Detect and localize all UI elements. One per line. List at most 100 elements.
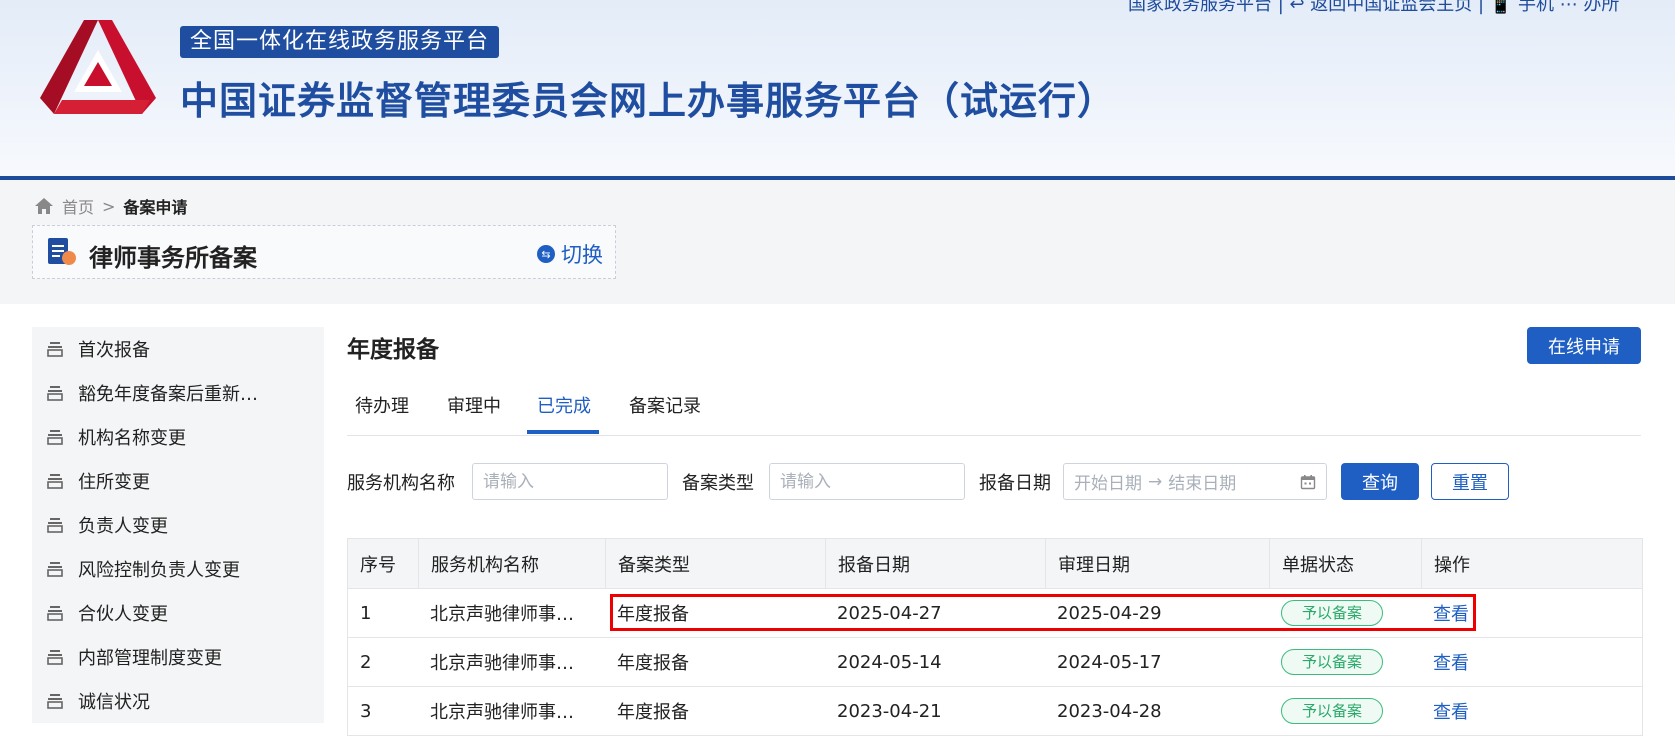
cell-action: 查看: [1421, 638, 1642, 686]
calendar-icon: [1300, 475, 1316, 490]
breadcrumb-band: 首页 > 备案申请 律师事务所备案 ⇆ 切换: [0, 180, 1675, 304]
date-end: 结束日期: [1168, 474, 1237, 494]
sidebar-item[interactable]: 内部管理制度变更: [32, 635, 324, 679]
cell-action: 查看: [1421, 687, 1642, 735]
breadcrumb: 首页 > 备案申请: [34, 194, 187, 218]
platform-badge: 全国一体化在线政务服务平台: [180, 26, 500, 58]
org-filter-label: 服务机构名称: [347, 473, 455, 494]
home-icon[interactable]: [34, 197, 54, 215]
tab-filing-records[interactable]: 备案记录: [629, 392, 701, 418]
cell-review-date: 2025-04-29: [1057, 602, 1162, 624]
breadcrumb-current: 备案申请: [123, 198, 188, 217]
sidebar-item[interactable]: 负责人变更: [32, 503, 324, 547]
sidebar-item-label: 诚信状况: [78, 692, 150, 713]
cell-type: 年度报备: [617, 702, 689, 723]
sidebar-item-label: 负责人变更: [78, 516, 168, 537]
sidebar-item[interactable]: 首次报备: [32, 327, 324, 371]
swap-icon: ⇆: [537, 245, 555, 263]
sidebar-item-label: 首次报备: [78, 340, 150, 361]
status-badge: 予以备案: [1281, 698, 1384, 724]
sidebar-item-label: 合伙人变更: [78, 604, 168, 625]
col-header-type: 备案类型: [605, 539, 825, 588]
cell-status: 予以备案: [1269, 589, 1421, 637]
sidebar-item[interactable]: 合伙人变更: [32, 591, 324, 635]
stack-icon: [47, 562, 63, 577]
col-header-report-date: 报备日期: [825, 539, 1045, 588]
stack-icon: [47, 430, 63, 445]
sidebar-item-label: 住所变更: [78, 472, 150, 493]
cell-report-date: 2024-05-14: [837, 651, 942, 673]
view-link[interactable]: 查看: [1433, 698, 1469, 724]
tab-bar: 待办理 审理中 已完成 备案记录: [347, 380, 1641, 436]
view-link[interactable]: 查看: [1433, 600, 1469, 626]
stack-icon: [47, 474, 63, 489]
cell-org: 北京声驰律师事…: [430, 604, 574, 625]
col-header-review-date: 审理日期: [1045, 539, 1269, 588]
cell-no: 3: [360, 700, 372, 722]
tab-completed[interactable]: 已完成: [537, 392, 591, 418]
cell-type: 年度报备: [617, 653, 689, 674]
filter-bar: 服务机构名称 备案类型 报备日期 开始日期 → 结束日期 查询 重置: [347, 463, 1641, 500]
tab-pending[interactable]: 待办理: [355, 392, 409, 418]
cell-review-date: 2024-05-17: [1057, 651, 1162, 673]
table-row: 3 北京声驰律师事… 年度报备 2023-04-21 2023-04-28 予以…: [348, 687, 1642, 736]
tab-in-review[interactable]: 审理中: [447, 392, 501, 418]
cell-org: 北京声驰律师事…: [430, 702, 574, 723]
sidebar: 首次报备 豁免年度备案后重新… 机构名称变更 住所变更 负责人变更 风险控制负责…: [32, 327, 324, 723]
sidebar-item[interactable]: 豁免年度备案后重新…: [32, 371, 324, 415]
sidebar-item-label: 内部管理制度变更: [78, 648, 222, 669]
breadcrumb-home[interactable]: 首页: [62, 194, 94, 218]
cell-status: 予以备案: [1269, 687, 1421, 735]
cell-status: 予以备案: [1269, 638, 1421, 686]
reset-button[interactable]: 重置: [1431, 463, 1509, 500]
org-name-input[interactable]: [472, 463, 668, 500]
date-filter-label: 报备日期: [979, 473, 1051, 494]
cell-org: 北京声驰律师事…: [430, 653, 574, 674]
sidebar-item[interactable]: 风险控制负责人变更: [32, 547, 324, 591]
view-link[interactable]: 查看: [1433, 649, 1469, 675]
date-range-picker[interactable]: 开始日期 → 结束日期: [1063, 463, 1327, 500]
site-header: 国家政务服务平台 | ↩ 返回中国证监会主页 | 📱 手机 ⋯ 办所 全国一体化…: [0, 0, 1675, 180]
stack-icon: [47, 386, 63, 401]
switch-button[interactable]: ⇆ 切换: [537, 239, 603, 269]
cell-report-date: 2023-04-21: [837, 700, 942, 722]
site-title: 中国证券监督管理委员会网上办事服务平台（试运行）: [180, 79, 1117, 123]
cell-no: 2: [360, 651, 372, 673]
cell-no: 1: [360, 602, 372, 624]
active-tab-indicator: [527, 430, 599, 434]
sidebar-item[interactable]: 住所变更: [32, 459, 324, 503]
col-header-org: 服务机构名称: [418, 539, 605, 588]
stack-icon: [47, 518, 63, 533]
stack-icon: [47, 694, 63, 709]
cell-review-date: 2023-04-28: [1057, 700, 1162, 722]
filing-type-switcher: 律师事务所备案 ⇆ 切换: [32, 225, 616, 279]
date-start: 开始日期: [1074, 474, 1142, 494]
csrc-logo-icon: [40, 20, 156, 114]
sidebar-item-label: 风险控制负责人变更: [78, 560, 240, 581]
stack-icon: [47, 650, 63, 665]
table-row: 2 北京声驰律师事… 年度报备 2024-05-14 2024-05-17 予以…: [348, 638, 1642, 687]
page-title: 年度报备: [347, 337, 439, 363]
online-apply-button[interactable]: 在线申请: [1527, 327, 1641, 364]
filing-type-name: 律师事务所备案: [89, 244, 257, 272]
cell-action: 查看: [1421, 589, 1642, 637]
records-table: 序号 服务机构名称 备案类型 报备日期 审理日期 单据状态 操作 1 北京声驰律…: [347, 538, 1643, 736]
col-header-action: 操作: [1421, 539, 1642, 588]
filing-type-input[interactable]: [769, 463, 965, 500]
sidebar-item[interactable]: 诚信状况: [32, 679, 324, 723]
col-header-status: 单据状态: [1269, 539, 1421, 588]
stack-icon: [47, 606, 63, 621]
sidebar-item[interactable]: 机构名称变更: [32, 415, 324, 459]
type-filter-label: 备案类型: [682, 473, 754, 494]
stack-icon: [47, 342, 63, 357]
sidebar-item-label: 豁免年度备案后重新…: [78, 384, 258, 405]
col-header-no: 序号: [360, 554, 396, 576]
cell-report-date: 2025-04-27: [837, 602, 942, 624]
status-badge: 予以备案: [1281, 649, 1384, 675]
date-arrow: →: [1148, 471, 1163, 492]
top-links[interactable]: 国家政务服务平台 | ↩ 返回中国证监会主页 | 📱 手机 ⋯ 办所: [1128, 0, 1619, 16]
cell-type: 年度报备: [617, 604, 689, 625]
document-icon: [48, 238, 76, 265]
query-button[interactable]: 查询: [1341, 463, 1419, 500]
breadcrumb-separator: >: [102, 196, 116, 216]
